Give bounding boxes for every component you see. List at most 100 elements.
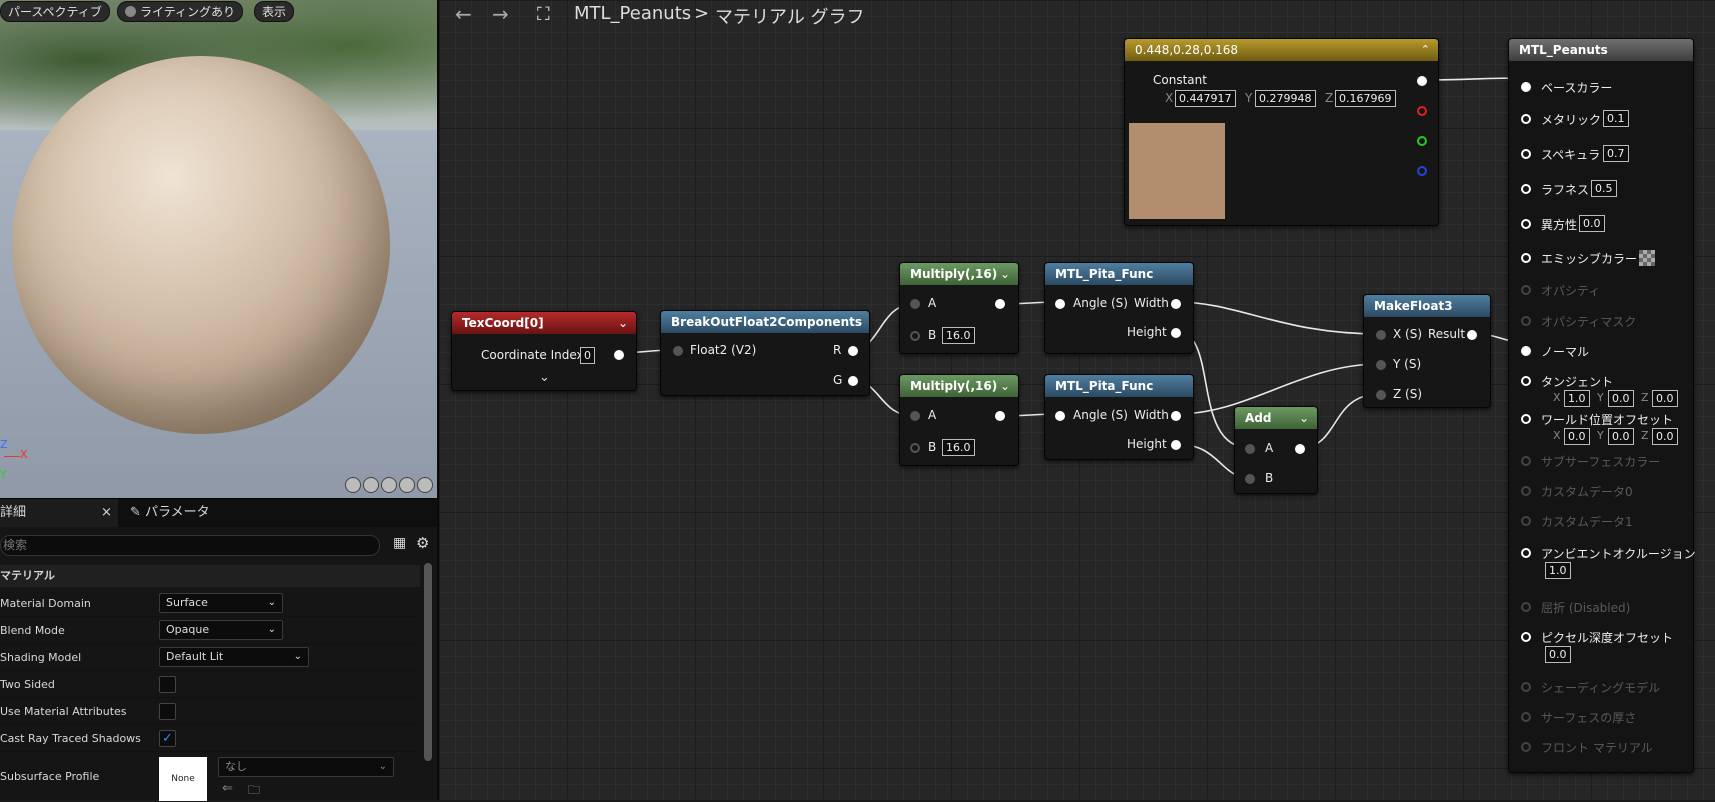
multiply1-b-pin[interactable] — [910, 331, 920, 341]
pita1-width-pin[interactable] — [1171, 299, 1181, 309]
makefloat3-result-pin[interactable] — [1467, 330, 1477, 340]
constant-x-value[interactable]: 0.447917 — [1175, 90, 1236, 107]
breakout-node[interactable]: BreakOutFloat2Components Float2 (V2) R G — [660, 310, 870, 396]
shading-model-dropdown[interactable]: Default Lit ⌄ — [159, 647, 309, 667]
result-pin[interactable] — [1521, 742, 1531, 752]
makefloat3-y-pin[interactable] — [1376, 360, 1386, 370]
chevron-down-icon[interactable]: ⌄ — [539, 370, 550, 385]
result-pin[interactable] — [1521, 82, 1531, 92]
result-pin[interactable] — [1521, 149, 1531, 159]
close-icon[interactable]: × — [101, 499, 112, 527]
pita2-height-pin[interactable] — [1171, 440, 1181, 450]
material-domain-dropdown[interactable]: Surface ⌄ — [159, 593, 283, 613]
chevron-up-icon[interactable]: ⌃ — [1421, 39, 1430, 61]
add-output-pin[interactable] — [1295, 444, 1305, 454]
blend-mode-dropdown[interactable]: Opaque ⌄ — [159, 620, 283, 640]
teapot-icon[interactable] — [417, 477, 433, 493]
result-pin-value[interactable]: 0.0 — [1652, 390, 1678, 407]
result-pin[interactable] — [1521, 253, 1531, 263]
lighting-button[interactable]: ライティングあり — [117, 1, 244, 22]
multiply1-a-pin[interactable] — [910, 299, 920, 309]
result-pin-value[interactable]: 0.0 — [1579, 215, 1605, 232]
breakout-r-pin[interactable] — [848, 346, 858, 356]
result-pin-value[interactable]: 0.0 — [1608, 390, 1634, 407]
pita-func-node-1[interactable]: MTL_Pita_Func Angle (S) Width Height — [1044, 262, 1194, 354]
result-pin[interactable] — [1521, 602, 1531, 612]
result-pin-value[interactable]: 0.7 — [1603, 145, 1629, 162]
use-material-attributes-checkbox[interactable] — [159, 703, 176, 720]
pita-func-node-2[interactable]: MTL_Pita_Func Angle (S) Width Height — [1044, 374, 1194, 460]
subsurface-profile-dropdown[interactable]: なし ⌄ — [218, 757, 394, 777]
chevron-down-icon[interactable]: ⌄ — [1000, 263, 1010, 285]
gear-icon[interactable]: ⚙ — [416, 534, 429, 552]
result-pin[interactable] — [1521, 486, 1531, 496]
forward-arrow-icon[interactable]: → — [492, 2, 509, 26]
emissive-swatch[interactable] — [1639, 250, 1655, 266]
result-pin-value[interactable]: 0.0 — [1545, 646, 1571, 663]
chevron-down-icon[interactable]: ⌄ — [1299, 407, 1309, 429]
result-pin[interactable] — [1521, 548, 1531, 558]
perspective-button[interactable]: パースペクティブ — [0, 1, 110, 22]
material-section-header[interactable]: マテリアル — [0, 565, 420, 587]
result-pin-value[interactable]: 0.0 — [1652, 428, 1678, 445]
cylinder-icon[interactable] — [345, 477, 361, 493]
result-pin-value[interactable]: 1.0 — [1564, 390, 1590, 407]
constant-node[interactable]: 0.448,0.28,0.168 ⌃ Constant X 0.447917 Y … — [1124, 38, 1439, 226]
result-pin[interactable] — [1521, 712, 1531, 722]
multiply2-a-pin[interactable] — [910, 411, 920, 421]
result-pin[interactable] — [1521, 516, 1531, 526]
show-button[interactable]: 表示 — [254, 1, 295, 22]
result-pin[interactable] — [1521, 285, 1531, 295]
result-pin[interactable] — [1521, 219, 1531, 229]
tab-details[interactable]: 詳細 × — [0, 499, 118, 527]
constant-g-pin[interactable] — [1417, 136, 1427, 146]
sphere-icon[interactable] — [363, 477, 379, 493]
constant-y-value[interactable]: 0.279948 — [1255, 90, 1316, 107]
result-pin[interactable] — [1521, 114, 1531, 124]
cast-ray-traced-shadows-checkbox[interactable]: ✓ — [159, 730, 176, 747]
breadcrumb-asset[interactable]: MTL_Peanuts — [574, 3, 691, 24]
result-pin-value[interactable]: 0.0 — [1564, 428, 1590, 445]
chevron-down-icon[interactable]: ⌄ — [618, 312, 628, 334]
multiply1-b-value[interactable]: 16.0 — [942, 327, 975, 344]
multiply-node-1[interactable]: Multiply(,16) ⌄ A B 16.0 — [899, 262, 1019, 354]
multiply-node-2[interactable]: Multiply(,16) ⌄ A B 16.0 — [899, 374, 1019, 466]
result-pin-value[interactable]: 0.1 — [1603, 110, 1629, 127]
breakout-g-pin[interactable] — [848, 376, 858, 386]
constant-rgb-pin[interactable] — [1417, 76, 1427, 86]
constant-b-pin[interactable] — [1417, 166, 1427, 176]
multiply2-b-pin[interactable] — [910, 443, 920, 453]
result-pin[interactable] — [1521, 346, 1531, 356]
result-pin[interactable] — [1521, 316, 1531, 326]
search-input[interactable]: 検索 — [0, 535, 380, 556]
add-node[interactable]: Add ⌄ A B — [1234, 406, 1318, 494]
result-pin-value[interactable]: 0.5 — [1591, 180, 1617, 197]
browse-icon[interactable]: 🗀 — [248, 781, 260, 802]
result-pin[interactable] — [1521, 184, 1531, 194]
plane-icon[interactable] — [381, 477, 397, 493]
result-pin[interactable] — [1521, 632, 1531, 642]
use-selected-icon[interactable]: ⇐ — [222, 781, 233, 796]
result-pin[interactable] — [1521, 376, 1531, 386]
add-b-pin[interactable] — [1245, 474, 1255, 484]
pita2-width-pin[interactable] — [1171, 411, 1181, 421]
result-pin[interactable] — [1521, 682, 1531, 692]
makefloat3-node[interactable]: MakeFloat3 X (S) Result Y (S) Z (S) — [1363, 294, 1491, 408]
makefloat3-z-pin[interactable] — [1376, 390, 1386, 400]
tab-parameters[interactable]: ✎ パラメータ — [130, 499, 250, 527]
result-pin[interactable] — [1521, 414, 1531, 424]
material-preview-viewport[interactable]: パースペクティブ ライティングあり 表示 Z X Y — [0, 0, 437, 498]
pita2-angle-pin[interactable] — [1055, 411, 1065, 421]
coordinate-index-value[interactable]: 0 — [580, 347, 595, 364]
result-node[interactable]: MTL_Peanuts ベースカラー メタリック 0.1 スペキュラ 0.7 ラフネス 0.… — [1508, 38, 1696, 773]
constant-z-value[interactable]: 0.167969 — [1335, 90, 1396, 107]
makefloat3-x-pin[interactable] — [1376, 330, 1386, 340]
multiply1-output-pin[interactable] — [995, 299, 1005, 309]
result-pin-value[interactable]: 0.0 — [1608, 428, 1634, 445]
add-a-pin[interactable] — [1245, 444, 1255, 454]
back-arrow-icon[interactable]: ← — [455, 2, 472, 26]
result-pin-value[interactable]: 1.0 — [1545, 562, 1571, 579]
chevron-down-icon[interactable]: ⌄ — [1000, 375, 1010, 397]
two-sided-checkbox[interactable] — [159, 676, 176, 693]
result-pin[interactable] — [1521, 456, 1531, 466]
